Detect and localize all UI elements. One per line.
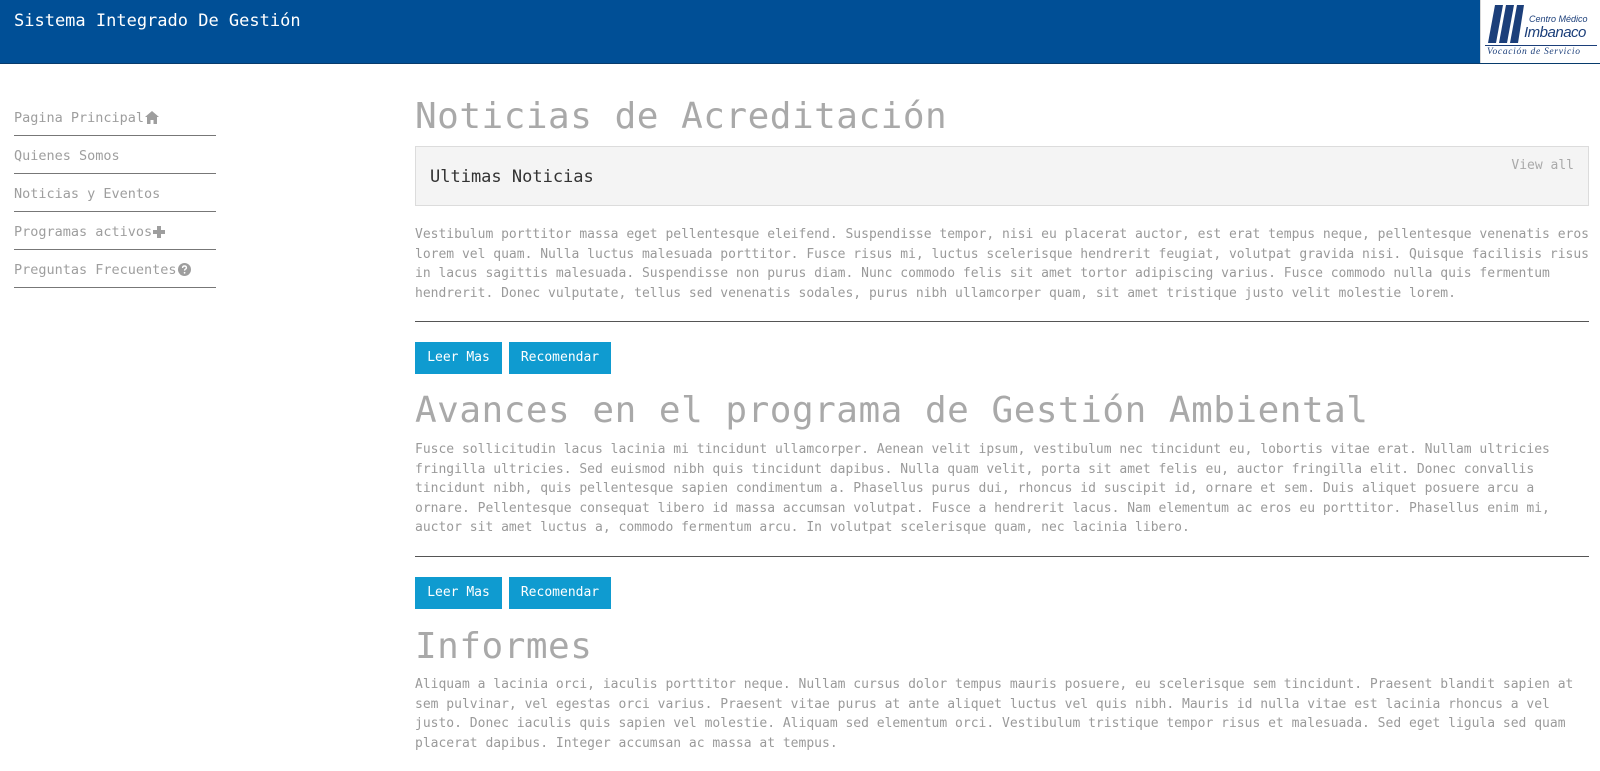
sidebar-item-label: Pagina Principal [14,109,145,126]
page-title: Noticias de Acreditación [415,96,948,137]
intro-paragraph: Vestibulum porttitor massa eget pellente… [415,227,1589,301]
section-paragraph: Fusce sollicitudin lacus lacinia mi tinc… [415,442,1550,536]
logo-tagline: Vocación de Servicio [1487,47,1581,57]
sidebar-item-preguntas-frecuentes[interactable]: Preguntas Frecuentes [14,250,216,288]
section-paragraph: Aliquam a lacinia orci, iaculis porttito… [415,677,1574,751]
sidebar-item-label: Noticias y Eventos [14,185,161,202]
divider [415,556,1589,557]
view-all-link[interactable]: View all [1511,158,1574,173]
app-title: Sistema Integrado De Gestión [14,11,301,31]
section-title: Avances en el programa de Gestión Ambien… [415,390,1369,431]
logo-line2: Imbanaco [1524,24,1586,41]
plus-icon [153,225,166,238]
sidebar-item-label: Quienes Somos [14,147,120,164]
sidebar-item-label: Preguntas Frecuentes [14,261,177,278]
imbanaco-logo-mark-icon [1488,5,1524,43]
logo-divider [1485,45,1597,46]
divider [415,321,1589,322]
top-header: Sistema Integrado De Gestión Centro Médi… [0,0,1600,64]
section-title: Informes [415,626,593,667]
recommend-button[interactable]: Recomendar [509,577,611,609]
home-icon [145,111,160,124]
recommend-button[interactable]: Recomendar [509,342,611,374]
read-more-button[interactable]: Leer Mas [415,577,502,609]
question-circle-icon [177,263,191,276]
sidebar-nav: Pagina Principal Quienes Somos Noticias … [14,98,216,288]
read-more-button[interactable]: Leer Mas [415,342,502,374]
brand-logo[interactable]: Centro Médico Imbanaco Vocación de Servi… [1480,0,1600,63]
sidebar-item-noticias-eventos[interactable]: Noticias y Eventos [14,174,216,212]
latest-news-title: Ultimas Noticias [430,167,594,187]
sidebar-item-quienes-somos[interactable]: Quienes Somos [14,136,216,174]
sidebar-item-programas-activos[interactable]: Programas activos [14,212,216,250]
sidebar-item-pagina-principal[interactable]: Pagina Principal [14,98,216,136]
logo-line1: Centro Médico [1529,14,1588,24]
latest-news-box: Ultimas Noticias View all [415,146,1589,206]
sidebar-item-label: Programas activos [14,223,153,240]
